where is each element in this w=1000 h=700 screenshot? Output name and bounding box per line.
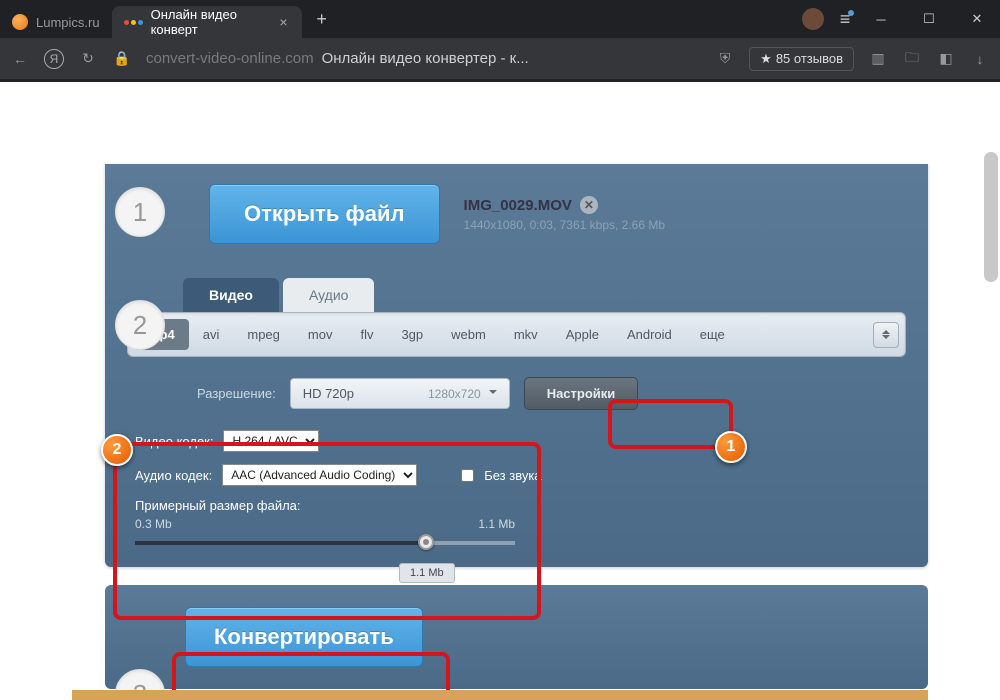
bottom-accent <box>72 690 928 700</box>
format-selector: mp4 avi mpeg mov flv 3gp webm mkv Apple … <box>127 312 906 357</box>
format-mkv[interactable]: mkv <box>500 319 552 350</box>
format-avi[interactable]: avi <box>189 319 234 350</box>
page-content: 1 2 3 Открыть файл IMG_0029.MOV ✕ 1440x1… <box>0 82 1000 700</box>
yandex-icon[interactable]: Я <box>44 49 64 69</box>
scrollbar[interactable] <box>984 152 998 282</box>
orange-icon <box>12 14 28 30</box>
url-title: Онлайн видео конвертер - к... <box>322 50 529 67</box>
minimize-button[interactable]: ─ <box>858 0 904 38</box>
browser-titlebar: Lumpics.ru Онлайн видео конверт × + ≡ ─ … <box>0 0 1000 38</box>
annotation-marker-2: 2 <box>101 434 133 466</box>
sidebar-icon[interactable]: ◧ <box>936 49 956 69</box>
annotation-box-2 <box>113 442 541 620</box>
remove-file-icon[interactable]: ✕ <box>580 196 598 214</box>
reload-button[interactable]: ↻ <box>78 49 98 69</box>
step-number-2: 2 <box>115 300 165 350</box>
tab-label: Онлайн видео конверт <box>151 7 270 37</box>
address-bar: ← Я ↻ 🔒 convert-video-online.com Онлайн … <box>0 38 1000 82</box>
file-details: 1440x1080, 0:03, 7361 kbps, 2.66 Mb <box>464 218 666 232</box>
url-domain: convert-video-online.com <box>146 50 314 67</box>
open-file-button[interactable]: Открыть файл <box>209 184 440 244</box>
bookmark-icon[interactable]: 🗀 <box>902 49 922 69</box>
menu-icon[interactable]: ≡ <box>834 8 856 30</box>
tab-converter[interactable]: Онлайн видео конверт × <box>112 6 302 38</box>
maximize-button[interactable]: ☐ <box>906 0 952 38</box>
lock-icon: 🔒 <box>112 49 132 69</box>
chevron-down-icon <box>489 390 497 398</box>
format-mov[interactable]: mov <box>294 319 347 350</box>
step-number-1: 1 <box>115 187 165 237</box>
format-flv[interactable]: flv <box>346 319 387 350</box>
shield-icon[interactable]: ⛨ <box>715 49 735 69</box>
extension-icon[interactable]: ▥ <box>868 49 888 69</box>
annotation-marker-1: 1 <box>715 431 747 463</box>
resolution-label: Разрешение: <box>197 386 276 401</box>
back-button[interactable]: ← <box>10 49 30 69</box>
format-more[interactable]: еще <box>686 319 739 350</box>
annotation-box-1 <box>608 399 733 449</box>
file-name: IMG_0029.MOV ✕ <box>464 196 666 214</box>
format-scroll-icon[interactable] <box>873 322 899 348</box>
download-icon[interactable]: ↓ <box>970 49 990 69</box>
format-android[interactable]: Android <box>613 319 686 350</box>
new-tab-button[interactable]: + <box>308 5 336 33</box>
tab-video[interactable]: Видео <box>183 278 279 312</box>
resolution-select[interactable]: HD 720p 1280x720 <box>290 378 510 409</box>
tab-lumpics[interactable]: Lumpics.ru <box>0 6 112 38</box>
format-webm[interactable]: webm <box>437 319 500 350</box>
avatar[interactable] <box>802 8 824 30</box>
tab-audio[interactable]: Аудио <box>283 278 375 312</box>
format-apple[interactable]: Apple <box>552 319 613 350</box>
reviews-badge[interactable]: ★ 85 отзывов <box>749 47 854 71</box>
format-mpeg[interactable]: mpeg <box>233 319 294 350</box>
url-field[interactable]: convert-video-online.com Онлайн видео ко… <box>146 50 701 67</box>
tab-label: Lumpics.ru <box>36 15 100 30</box>
site-icon <box>124 20 143 25</box>
close-icon[interactable]: × <box>277 15 289 29</box>
format-3gp[interactable]: 3gp <box>387 319 437 350</box>
close-button[interactable]: ✕ <box>954 0 1000 38</box>
